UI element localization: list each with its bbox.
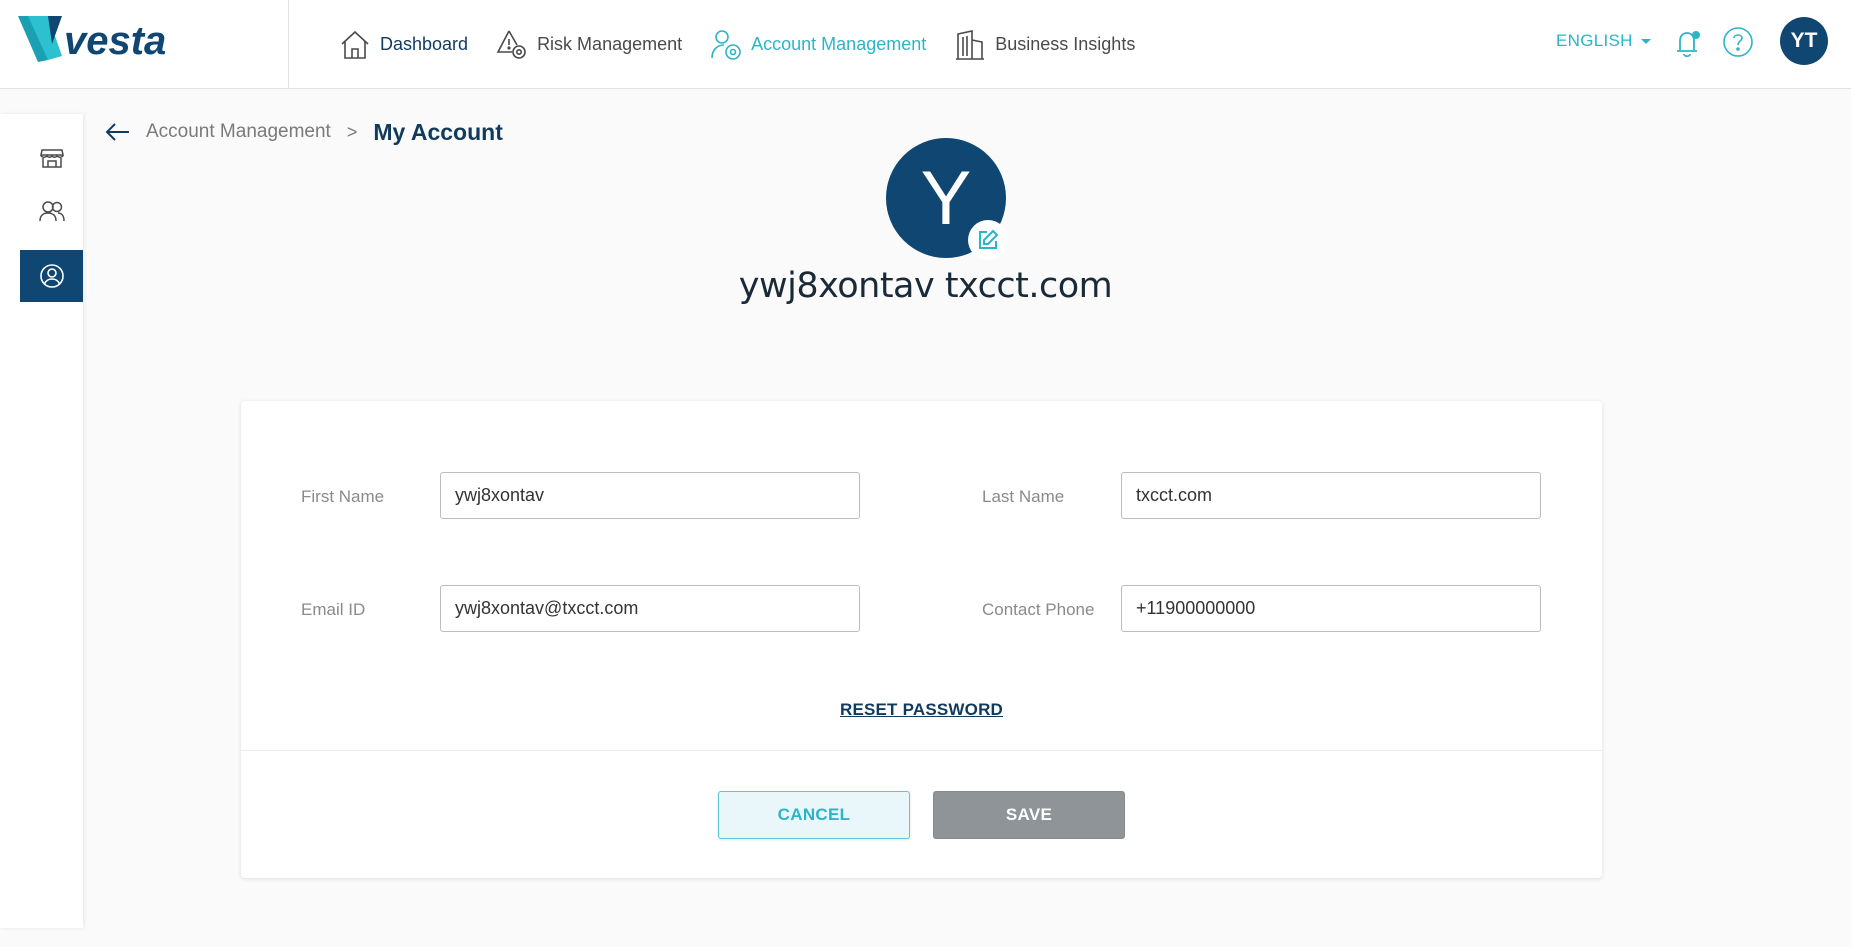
language-label: ENGLISH [1556, 31, 1633, 50]
breadcrumb-separator: > [346, 121, 358, 142]
edit-icon [979, 229, 999, 249]
cancel-button[interactable]: CANCEL [718, 791, 910, 839]
nav-item-risk-management[interactable]: Risk Management [495, 28, 682, 62]
nav-label-account-management: Account Management [751, 34, 927, 54]
store-icon [39, 149, 64, 168]
user-avatar[interactable]: YT [1780, 17, 1828, 65]
email-label: Email ID [301, 600, 366, 619]
header-divider [288, 0, 289, 89]
nav-label-business-insights: Business Insights [995, 34, 1136, 54]
nav-label-dashboard: Dashboard [380, 34, 469, 54]
language-dropdown[interactable]: ENGLISH [1556, 31, 1651, 51]
sidebar-item-store[interactable] [20, 131, 83, 183]
help-icon[interactable] [1722, 26, 1754, 58]
last-name-label: Last Name [982, 487, 1065, 506]
sidebar-item-users[interactable] [20, 185, 83, 237]
main-nav: Dashboard Risk Management Account Manage… [338, 0, 1162, 89]
reset-password-row: RESET PASSWORD [241, 700, 1602, 720]
account-form-card: First Name Last Name Email ID Contact Ph… [241, 401, 1602, 878]
top-bar: vesta Dashboard Risk Management Account … [0, 0, 1851, 89]
card-divider [241, 750, 1602, 751]
profile-display-name: ywj8xontav txcct.com [738, 266, 1113, 306]
save-button[interactable]: SAVE [933, 791, 1125, 839]
users-icon [38, 201, 65, 222]
email-field[interactable] [440, 585, 860, 632]
nav-item-account-management[interactable]: Account Management [709, 28, 926, 62]
reset-password-link[interactable]: RESET PASSWORD [840, 700, 1003, 719]
contact-phone-field[interactable] [1121, 585, 1541, 632]
vesta-logo[interactable]: vesta [18, 14, 208, 66]
nav-item-dashboard[interactable]: Dashboard [338, 28, 468, 62]
first-name-label: First Name [301, 487, 385, 506]
risk-warning-gear-icon [496, 30, 526, 59]
nav-label-risk-management: Risk Management [537, 34, 683, 54]
logo-text: vesta [64, 19, 166, 63]
chevron-down-icon [1640, 38, 1651, 44]
nav-item-business-insights[interactable]: Business Insights [953, 28, 1135, 62]
last-name-field[interactable] [1121, 472, 1541, 519]
left-sidebar [0, 114, 83, 928]
building-icon [956, 29, 985, 60]
user-gear-icon [711, 29, 741, 60]
back-arrow-icon[interactable] [104, 118, 132, 146]
breadcrumb-account-management[interactable]: Account Management [146, 121, 331, 143]
edit-avatar-button[interactable] [968, 220, 1008, 260]
breadcrumb: Account Management > My Account [104, 118, 503, 146]
notification-bell-icon[interactable] [1672, 26, 1704, 60]
home-icon [341, 30, 369, 59]
contact-phone-label: Contact Phone [982, 600, 1095, 619]
first-name-field[interactable] [440, 472, 860, 519]
page-title: My Account [373, 118, 503, 145]
